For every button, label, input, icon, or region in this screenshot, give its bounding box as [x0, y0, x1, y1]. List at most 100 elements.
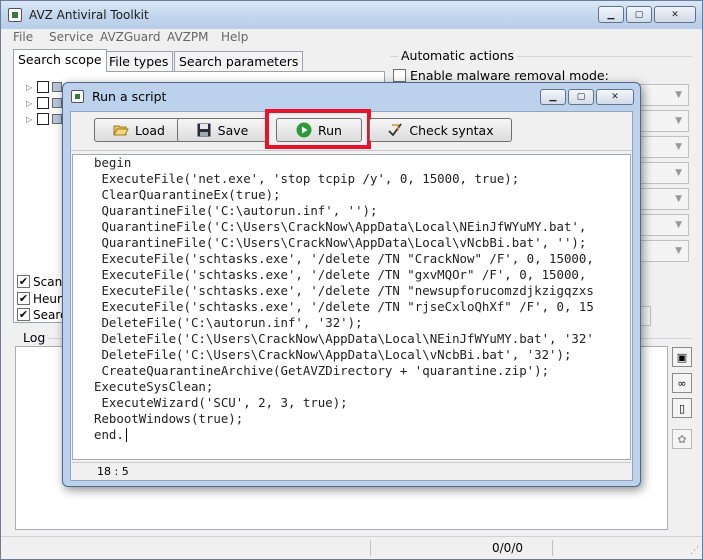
code-line: ExecuteFile('schtasks.exe', '/delete /TN… [94, 251, 594, 266]
chevron-down-icon: ▼ [675, 90, 682, 100]
chevron-down-icon: ▼ [675, 142, 682, 152]
app-icon [8, 8, 22, 22]
option-scan[interactable]: ✔ Scan [17, 274, 62, 289]
check-syntax-icon [387, 122, 403, 138]
tree-row[interactable]: ▷ [26, 80, 62, 94]
chevron-down-icon: ▼ [675, 168, 682, 178]
close-button[interactable]: ✕ [654, 6, 696, 23]
dialog-body: Load Save Run Check syntax begin Execute… [70, 109, 633, 481]
dialog-minimize-button[interactable]: ▁ [540, 89, 566, 105]
load-label: Load [135, 122, 165, 138]
code-line: ExecuteFile('schtasks.exe', '/delete /TN… [94, 283, 594, 298]
malware-removal-checkbox[interactable] [393, 69, 406, 82]
save-label: Save [217, 122, 249, 138]
disabled-tool-button[interactable]: ✿ [672, 429, 692, 449]
drive-icon [52, 82, 62, 92]
code-line: DeleteFile('C:\autorun.inf', '32'); [94, 315, 363, 330]
code-line: end. [94, 427, 124, 442]
view-log-button[interactable]: ∞ [672, 373, 692, 393]
text-caret [126, 428, 127, 442]
expand-icon[interactable]: ▷ [26, 115, 34, 124]
malware-removal-option[interactable]: Enable malware removal mode: [393, 68, 609, 83]
code-line: ExecuteFile('net.exe', 'stop tcpip /y', … [94, 171, 520, 186]
save-log-button[interactable]: ▣ [672, 347, 692, 367]
tree-checkbox[interactable] [37, 97, 49, 109]
dialog-close-button[interactable]: ✕ [596, 89, 634, 105]
code-line: QuarantineFile('C:\Users\CrackNow\AppDat… [94, 219, 587, 234]
option-search-checkbox[interactable]: ✔ [17, 308, 30, 321]
minimize-button[interactable]: ▁ [598, 6, 624, 23]
code-line: DeleteFile('C:\Users\CrackNow\AppData\Lo… [94, 347, 572, 362]
load-button[interactable]: Load [94, 118, 184, 142]
tab-search-parameters[interactable]: Search parameters [174, 51, 304, 71]
dialog-title: Run a script [92, 89, 167, 104]
status-bar: 0/0/0 ⋰ [1, 536, 702, 559]
play-icon [296, 122, 312, 138]
status-separator [370, 540, 371, 556]
script-editor[interactable]: begin ExecuteFile('net.exe', 'stop tcpip… [72, 154, 631, 460]
folder-open-icon [113, 122, 129, 138]
chevron-down-icon: ▼ [675, 116, 682, 126]
log-label: Log [23, 330, 49, 345]
save-button[interactable]: Save [177, 118, 267, 142]
code-line: RebootWindows(true); [94, 411, 244, 426]
tab-search-scope[interactable]: Search scope [13, 49, 107, 72]
tab-file-types[interactable]: File types [104, 51, 174, 71]
code-line: ExecuteFile('schtasks.exe', '/delete /TN… [94, 267, 587, 282]
menu-avzpm[interactable]: AVZPM [167, 30, 208, 44]
code-line: QuarantineFile('C:\autorun.inf', ''); [94, 203, 378, 218]
code-line: ExecuteSysClean; [94, 379, 214, 394]
drive-icon [52, 114, 62, 124]
code-line: ClearQuarantineEx(true); [94, 187, 281, 202]
main-titlebar[interactable]: AVZ Antiviral Toolkit ▁ ▢ ✕ [1, 1, 702, 29]
chevron-down-icon: ▼ [675, 194, 682, 204]
status-separator [552, 540, 553, 556]
dialog-maximize-button[interactable]: ▢ [568, 89, 594, 105]
option-heuristic-checkbox[interactable]: ✔ [17, 292, 30, 305]
floppy-icon: ▣ [676, 350, 688, 364]
code-line: CreateQuarantineArchive(GetAVZDirectory … [94, 363, 550, 378]
code-line: QuarantineFile('C:\Users\CrackNow\AppDat… [94, 235, 587, 250]
maximize-button[interactable]: ▢ [626, 6, 652, 23]
tree-row[interactable]: ▷ [26, 112, 62, 126]
chevron-down-icon: ▼ [675, 220, 682, 230]
dialog-status-bar: 18 : 5 [72, 462, 631, 480]
cursor-position: 18 : 5 [97, 465, 129, 478]
brain-icon: ✿ [677, 432, 687, 446]
tree-row[interactable]: ▷ [26, 96, 62, 110]
glasses-icon: ∞ [677, 376, 687, 390]
code-line: ExecuteWizard('SCU', 2, 3, true); [94, 395, 348, 410]
malware-removal-label: Enable malware removal mode: [410, 68, 609, 83]
run-script-dialog: Run a script ▁ ▢ ✕ Load Save Run Check s… [62, 82, 641, 487]
code-line: DeleteFile('C:\Users\CrackNow\AppData\Lo… [94, 331, 594, 346]
check-syntax-button[interactable]: Check syntax [369, 118, 512, 142]
toolbar-divider [71, 150, 632, 151]
automatic-actions-label: Automatic actions [398, 48, 518, 63]
page-icon: ▯ [678, 401, 686, 415]
clear-log-button[interactable]: ▯ [672, 398, 692, 418]
menu-help[interactable]: Help [221, 30, 248, 44]
menu-bar: File Service AVZGuard AVZPM Help [1, 29, 702, 47]
floppy-disk-icon [196, 122, 212, 138]
option-scan-label: Scan [33, 274, 63, 289]
dialog-app-icon [71, 90, 84, 103]
chevron-down-icon: ▼ [675, 246, 682, 256]
expand-icon[interactable]: ▷ [26, 83, 34, 92]
menu-file[interactable]: File [13, 30, 33, 44]
menu-service[interactable]: Service [49, 30, 93, 44]
code-line: begin [94, 155, 132, 170]
drive-icon [52, 98, 62, 108]
check-syntax-label: Check syntax [409, 122, 494, 138]
code-line: ExecuteFile('schtasks.exe', '/delete /TN… [94, 299, 594, 314]
run-button[interactable]: Run [276, 118, 362, 142]
resize-grip-icon[interactable]: ⋰ [690, 546, 699, 556]
tree-checkbox[interactable] [37, 81, 49, 93]
option-scan-checkbox[interactable]: ✔ [17, 275, 30, 288]
run-label: Run [318, 122, 342, 138]
expand-icon[interactable]: ▷ [26, 99, 34, 108]
option-search[interactable]: ✔ Searc [17, 307, 67, 322]
menu-avzguard[interactable]: AVZGuard [100, 30, 160, 44]
tree-checkbox[interactable] [37, 113, 49, 125]
status-counter: 0/0/0 [492, 541, 523, 555]
window-title: AVZ Antiviral Toolkit [29, 8, 149, 22]
